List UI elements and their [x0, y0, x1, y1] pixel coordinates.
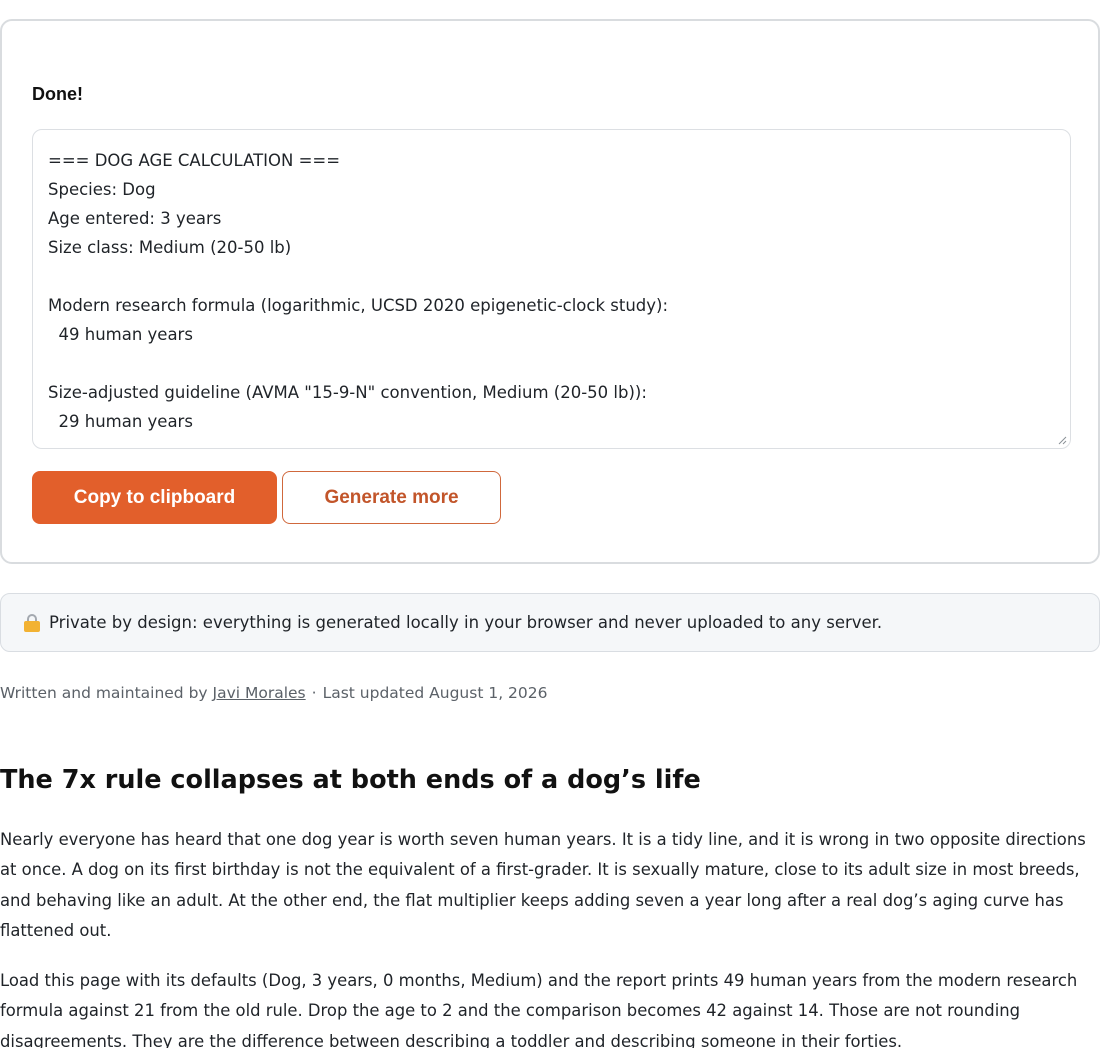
page: Done! === DOG AGE CALCULATION === Specie… — [0, 0, 1100, 1048]
output-line: Age entered: 3 years — [48, 209, 222, 228]
output-line: 29 human years — [48, 412, 193, 431]
byline-separator: · — [311, 684, 317, 702]
privacy-text: Private by design: everything is generat… — [49, 613, 883, 632]
result-card: Done! === DOG AGE CALCULATION === Specie… — [0, 19, 1100, 564]
author-link[interactable]: Javi Morales — [213, 684, 306, 702]
byline: Written and maintained by Javi Morales · L… — [0, 684, 548, 702]
article-paragraph: Nearly everyone has heard that one dog y… — [0, 830, 1086, 940]
output-line: Species: Dog — [48, 180, 156, 199]
generate-more-button[interactable]: Generate more — [282, 471, 501, 524]
output-line: Size-adjusted guideline (AVMA "15-9-N" c… — [48, 383, 647, 402]
resize-handle-icon[interactable] — [1057, 435, 1067, 445]
last-updated: Last updated August 1, 2026 — [322, 684, 548, 702]
lock-icon — [24, 613, 40, 632]
output-line: === DOG AGE CALCULATION === — [48, 151, 341, 170]
article-paragraph: Load this page with its defaults (Dog, 3… — [0, 971, 1078, 1048]
copy-to-clipboard-button[interactable]: Copy to clipboard — [32, 471, 277, 524]
result-textarea[interactable]: === DOG AGE CALCULATION === Species: Dog… — [32, 129, 1071, 449]
privacy-notice: Private by design: everything is generat… — [0, 593, 1100, 652]
output-line: Size class: Medium (20-50 lb) — [48, 238, 292, 257]
output-line: Modern research formula (logarithmic, UC… — [48, 296, 669, 315]
article-title: The 7x rule collapses at both ends of a … — [0, 765, 701, 795]
byline-prefix: Written and maintained by — [0, 684, 213, 702]
status-message: Done! — [32, 84, 83, 104]
output-line: 49 human years — [48, 325, 193, 344]
